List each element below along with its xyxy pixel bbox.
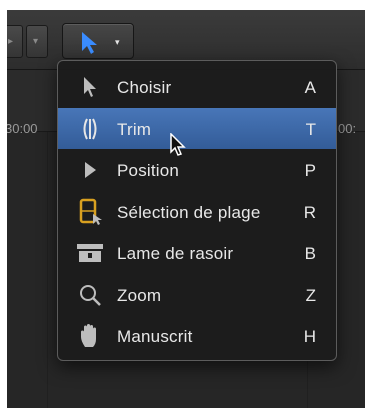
tools-menu: Choisir A Trim T Position P Sélection de… [57,60,337,361]
zoom-icon [76,282,104,308]
menu-item-label: Trim [117,119,152,139]
position-icon [76,157,104,183]
menu-item-shortcut: A [304,78,316,97]
menu-item-label: Lame de rasoir [117,244,234,263]
menu-item-lame-de-rasoir[interactable]: Lame de rasoir B [58,232,336,274]
menu-item-shortcut: B [304,244,316,263]
hand-icon [76,323,104,349]
menu-item-choisir[interactable]: Choisir A [58,66,336,108]
menu-item-label: Zoom [117,285,162,305]
blade-icon [76,240,104,266]
menu-item-label: Position [117,161,180,180]
tools-popup-button[interactable]: ▾ [62,23,134,59]
menu-item-zoom[interactable]: Zoom Z [58,274,336,316]
timeline-gridline [47,132,48,408]
trim-icon [76,116,104,142]
ruler-timecode: 00: [338,121,357,136]
menu-item-selection-de-plage[interactable]: Sélection de plage R [58,191,336,233]
arrow-icon [76,74,104,100]
play-glyph: ▸ [8,36,14,47]
menu-item-shortcut: P [304,161,316,180]
menu-item-shortcut: T [305,119,316,139]
menu-item-label: Sélection de plage [117,202,261,222]
menu-item-trim[interactable]: Trim T [58,107,336,149]
menu-item-shortcut: H [303,327,316,346]
previous-tool-button[interactable]: ▸ [7,25,23,58]
chevron-down-icon: ▾ [33,36,39,47]
menu-item-label: Choisir [117,78,172,97]
previous-tool-dropdown[interactable]: ▾ [26,25,48,58]
mouse-pointer-icon [169,132,189,162]
ruler-timecode: 30:00 [7,121,38,136]
chevron-down-icon: ▾ [115,37,120,47]
menu-item-position[interactable]: Position P [58,149,336,191]
arrow-icon [80,31,100,60]
menu-item-shortcut: Z [305,285,316,305]
range-selection-icon [76,198,104,225]
menu-item-shortcut: R [303,202,316,222]
menu-item-label: Manuscrit [117,327,193,346]
menu-item-manuscrit[interactable]: Manuscrit H [58,315,336,357]
